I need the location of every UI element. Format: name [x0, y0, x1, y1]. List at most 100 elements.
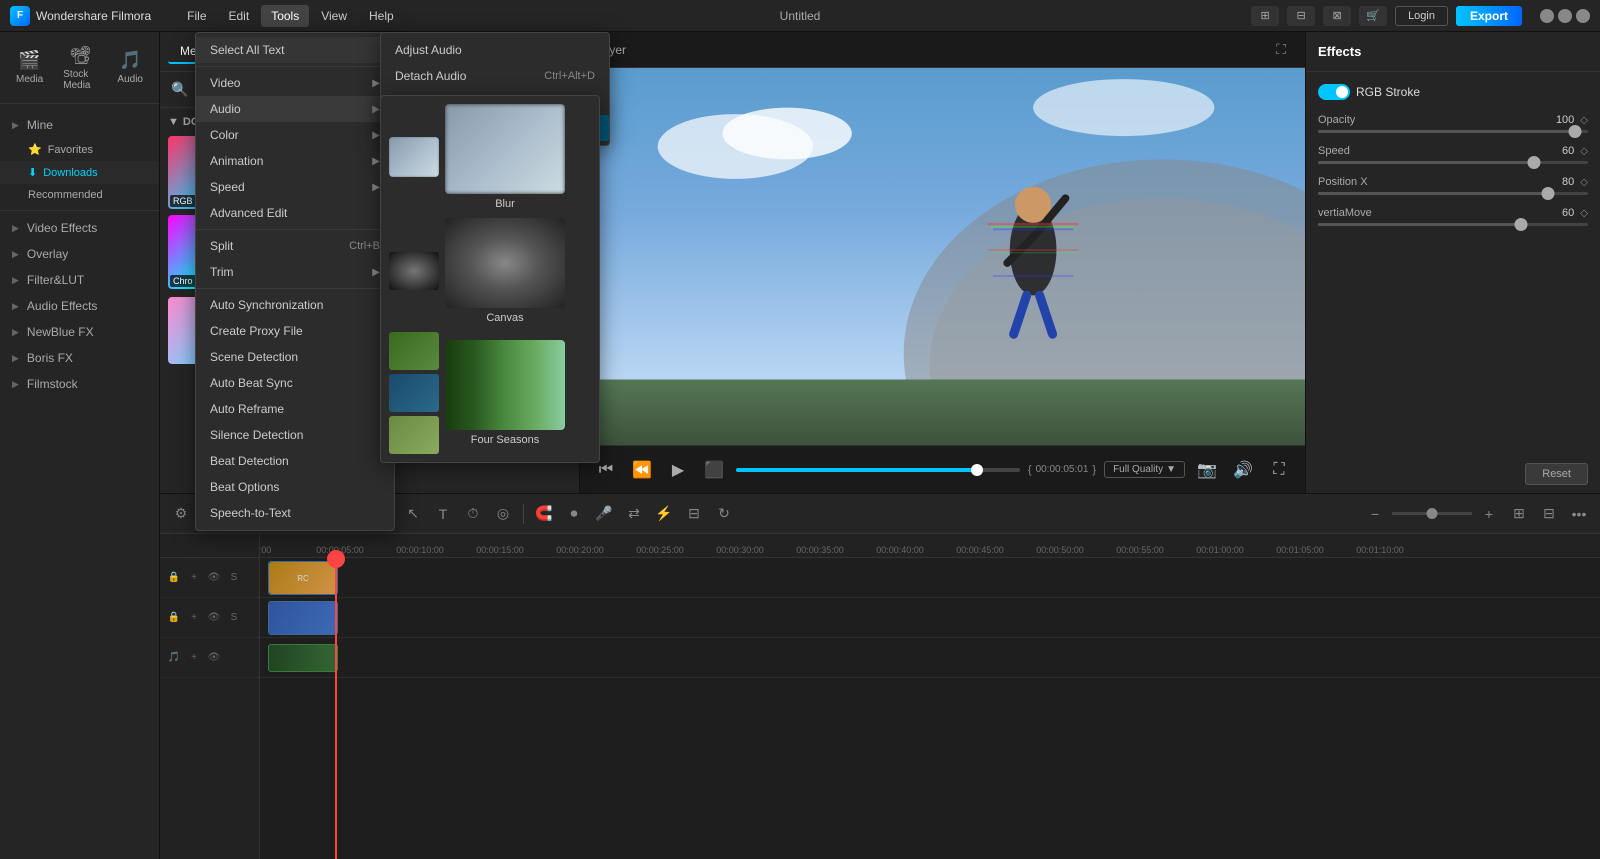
- dropdown-auto-reframe[interactable]: Auto Reframe: [196, 396, 394, 422]
- canvas-small-thumb[interactable]: [389, 252, 439, 290]
- dropdown-speed[interactable]: Speed ▶: [196, 174, 394, 200]
- opacity-handle[interactable]: [1568, 125, 1581, 138]
- player-screenshot-button[interactable]: 📷: [1193, 456, 1221, 484]
- timeline-ripple2-button[interactable]: ⇄: [621, 501, 647, 527]
- sidebar-section-filter-lut[interactable]: ▶ Filter&LUT: [0, 267, 159, 293]
- blur-thumb-small[interactable]: [389, 137, 439, 177]
- four-seasons-small-2[interactable]: [389, 374, 439, 412]
- timeline-audio-button[interactable]: 🎤: [591, 501, 617, 527]
- blur-main-thumb[interactable]: [445, 104, 565, 194]
- timeline-effect-btn[interactable]: ◎: [490, 501, 516, 527]
- export-button[interactable]: Export: [1456, 6, 1522, 26]
- speed-slider[interactable]: [1318, 161, 1588, 164]
- dropdown-advanced-edit[interactable]: Advanced Edit: [196, 200, 394, 226]
- timeline-snap-button[interactable]: 🧲: [531, 501, 557, 527]
- player-play-button[interactable]: ▶: [664, 456, 692, 484]
- position-x-slider[interactable]: [1318, 192, 1588, 195]
- dropdown-color[interactable]: Color ▶: [196, 122, 394, 148]
- dropdown-silence[interactable]: Silence Detection: [196, 422, 394, 448]
- sidebar-section-mine[interactable]: ▶ Mine: [0, 112, 159, 138]
- menu-view[interactable]: View: [311, 5, 357, 27]
- video-clip-1[interactable]: RC: [268, 561, 338, 595]
- player-fullscreen-button[interactable]: ⛶: [1269, 38, 1293, 62]
- search-btn[interactable]: 🔍: [168, 78, 192, 102]
- dropdown-trim[interactable]: Trim ▶: [196, 259, 394, 285]
- position-x-handle[interactable]: [1541, 187, 1554, 200]
- submenu-adjust-audio[interactable]: Adjust Audio: [381, 37, 609, 63]
- track-lock-1[interactable]: 🔒: [166, 570, 182, 586]
- windows-icon-btn[interactable]: ⊞: [1251, 6, 1279, 26]
- screen-icon-btn[interactable]: ⊠: [1323, 6, 1351, 26]
- dropdown-split[interactable]: Split Ctrl+B: [196, 233, 394, 259]
- four-seasons-small-1[interactable]: [389, 332, 439, 370]
- dropdown-audio[interactable]: Audio ▶: [196, 96, 394, 122]
- canvas-main-thumb[interactable]: [445, 218, 565, 308]
- timeline-split-audio-button[interactable]: ⊟: [681, 501, 707, 527]
- timeline-fx-button[interactable]: ⚡: [651, 501, 677, 527]
- dropdown-beat-sync[interactable]: Auto Beat Sync: [196, 370, 394, 396]
- track-add-3[interactable]: +: [186, 650, 202, 666]
- sidebar-section-overlay[interactable]: ▶ Overlay: [0, 241, 159, 267]
- track-lock-3[interactable]: 🎵: [166, 650, 182, 666]
- timeline-grid-button[interactable]: ⊟: [1536, 501, 1562, 527]
- minimize-button[interactable]: [1540, 9, 1554, 23]
- player-stop-button[interactable]: ⬛: [700, 456, 728, 484]
- opacity-keyframe-icon[interactable]: ◇: [1580, 115, 1588, 126]
- player-progress-bar[interactable]: [736, 468, 1020, 472]
- tl-zoom-slider[interactable]: [1392, 512, 1472, 515]
- sidebar-item-favorites[interactable]: ⭐ Favorites: [0, 138, 159, 161]
- sidebar-section-audio-effects[interactable]: ▶ Audio Effects: [0, 293, 159, 319]
- opacity-slider[interactable]: [1318, 130, 1588, 133]
- vertia-move-slider[interactable]: [1318, 223, 1588, 226]
- media-tab-media[interactable]: 🎬 Media: [8, 44, 51, 91]
- zoom-minus-btn[interactable]: −: [1362, 501, 1388, 527]
- timeline-more-button[interactable]: •••: [1566, 501, 1592, 527]
- track-lock-2[interactable]: 🔒: [166, 610, 182, 626]
- four-seasons-main-thumb[interactable]: [445, 340, 565, 430]
- sidebar-section-newblue[interactable]: ▶ NewBlue FX: [0, 319, 159, 345]
- dropdown-speech-to-text[interactable]: Speech-to-Text: [196, 500, 394, 526]
- video-clip-2[interactable]: [268, 601, 338, 635]
- dropdown-beat-options[interactable]: Beat Options: [196, 474, 394, 500]
- audio-clip-1[interactable]: [268, 644, 338, 672]
- rgb-stroke-toggle[interactable]: RGB Stroke: [1318, 84, 1420, 100]
- media-tab-stock[interactable]: 📽 Stock Media: [55, 39, 105, 97]
- layout-icon-btn[interactable]: ⊟: [1287, 6, 1315, 26]
- rgb-toggle-switch[interactable]: [1318, 84, 1350, 100]
- track-eye-3[interactable]: 👁: [206, 650, 222, 666]
- menu-tools[interactable]: Tools: [261, 5, 309, 27]
- dropdown-proxy[interactable]: Create Proxy File: [196, 318, 394, 344]
- timeline-text-button[interactable]: T: [430, 501, 456, 527]
- dropdown-select-all-text[interactable]: Select All Text: [196, 37, 394, 63]
- vertia-move-keyframe-icon[interactable]: ◇: [1580, 208, 1588, 219]
- position-x-keyframe-icon[interactable]: ◇: [1580, 177, 1588, 188]
- dropdown-auto-sync[interactable]: Auto Synchronization: [196, 292, 394, 318]
- dropdown-beat-detection[interactable]: Beat Detection: [196, 448, 394, 474]
- menu-file[interactable]: File: [177, 5, 216, 27]
- four-seasons-small-3[interactable]: [389, 416, 439, 454]
- player-prev-frame-button[interactable]: ⏪: [628, 456, 656, 484]
- quality-button[interactable]: Full Quality ▼: [1104, 461, 1185, 478]
- timeline-ruler[interactable]: 00:00 00:00:05:00 00:00:10:00 00:00:15:0…: [260, 534, 1600, 558]
- playhead-handle[interactable]: [327, 550, 345, 568]
- timeline-add-track-button[interactable]: ⊞: [1506, 501, 1532, 527]
- timeline-settings-button[interactable]: ⚙: [168, 501, 194, 527]
- sidebar-section-filmstock[interactable]: ▶ Filmstock: [0, 371, 159, 397]
- track-eye-1[interactable]: 👁: [206, 570, 222, 586]
- track-solo-2[interactable]: S: [226, 610, 242, 626]
- menu-edit[interactable]: Edit: [219, 5, 260, 27]
- sidebar-item-downloads[interactable]: ⬇ Downloads: [0, 161, 159, 184]
- dropdown-animation[interactable]: Animation ▶: [196, 148, 394, 174]
- vertia-move-handle[interactable]: [1514, 218, 1527, 231]
- playhead[interactable]: [335, 558, 337, 859]
- close-button[interactable]: [1576, 9, 1590, 23]
- track-add-1[interactable]: +: [186, 570, 202, 586]
- dropdown-scene[interactable]: Scene Detection: [196, 344, 394, 370]
- timeline-record-button[interactable]: ⏺: [561, 501, 587, 527]
- dropdown-video[interactable]: Video ▶: [196, 70, 394, 96]
- reset-button[interactable]: Reset: [1525, 463, 1588, 485]
- speed-keyframe-icon[interactable]: ◇: [1580, 146, 1588, 157]
- shop-icon-btn[interactable]: 🛒: [1359, 6, 1387, 26]
- player-progress-handle[interactable]: [971, 464, 983, 476]
- maximize-button[interactable]: [1558, 9, 1572, 23]
